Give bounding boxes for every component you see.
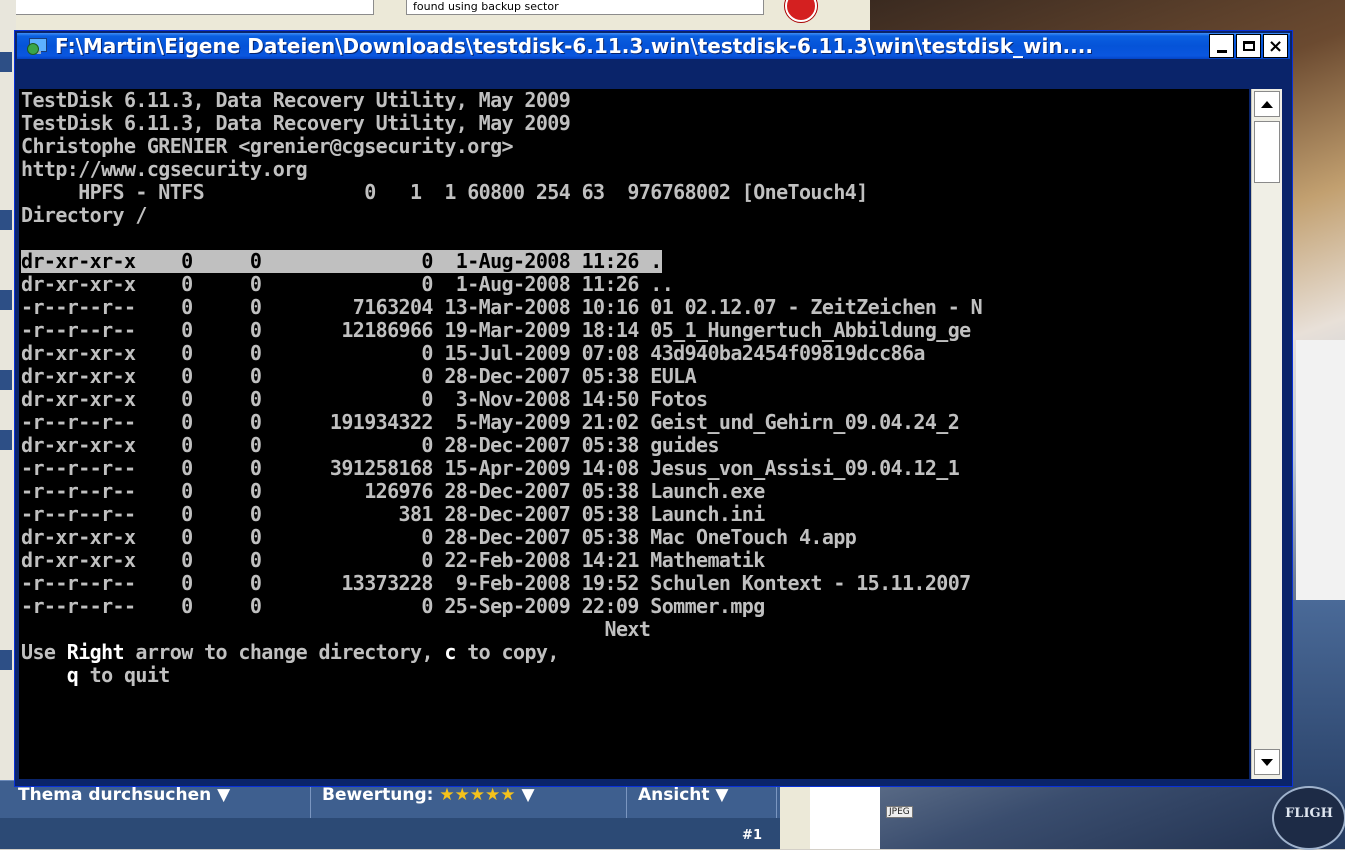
file-row[interactable]: dr-xr-xr-x 0 0 0 1-Aug-2008 11:26 . — [21, 250, 662, 273]
file-row[interactable]: dr-xr-xr-x 0 0 0 28-Dec-2007 05:38 Mac O… — [21, 526, 857, 549]
edge-marker — [0, 430, 12, 450]
header-line: http://www.cgsecurity.org — [21, 157, 308, 181]
post-number[interactable]: #1 — [742, 828, 762, 843]
file-row[interactable]: -r--r--r-- 0 0 0 25-Sep-2009 22:09 Somme… — [21, 595, 765, 618]
console-app-icon[interactable] — [27, 35, 49, 57]
file-row[interactable]: dr-xr-xr-x 0 0 0 28-Dec-2007 05:38 EULA — [21, 365, 697, 388]
header-line: Directory / — [21, 203, 147, 227]
file-row[interactable]: -r--r--r-- 0 0 191934322 5-May-2009 21:0… — [21, 411, 960, 434]
next-page-label[interactable]: Next — [21, 617, 651, 641]
edge-marker — [0, 290, 12, 310]
help-line: Use Right arrow to change directory, c t… — [21, 641, 559, 664]
help-text: to quit — [78, 663, 171, 687]
header-line: TestDisk 6.11.3, Data Recovery Utility, … — [21, 89, 571, 112]
rating-stars-icon: ★★★★★ — [439, 785, 516, 805]
file-row[interactable]: dr-xr-xr-x 0 0 0 28-Dec-2007 05:38 guide… — [21, 434, 720, 457]
scrollbar-thumb[interactable] — [1254, 121, 1280, 183]
scroll-up-icon — [1261, 100, 1273, 108]
edge-marker — [0, 210, 12, 230]
stop-icon[interactable] — [785, 0, 817, 22]
background-photo-panel — [1296, 340, 1345, 610]
background-tab[interactable] — [0, 0, 374, 15]
photo-logo: FLIGH — [1272, 786, 1345, 850]
edge-marker — [0, 370, 12, 390]
background-panel — [810, 782, 880, 849]
file-row[interactable]: dr-xr-xr-x 0 0 0 3-Nov-2008 14:50 Fotos — [21, 388, 708, 411]
scroll-down-button[interactable] — [1254, 749, 1280, 775]
console-output[interactable]: TestDisk 6.11.3, Data Recovery Utility, … — [19, 89, 1249, 779]
file-row[interactable]: -r--r--r-- 0 0 13373228 9-Feb-2008 19:52… — [21, 572, 971, 595]
file-row[interactable]: -r--r--r-- 0 0 126976 28-Dec-2007 05:38 … — [21, 480, 765, 503]
background-tab-backup-sector[interactable]: found using backup sector — [406, 0, 764, 15]
file-row[interactable]: dr-xr-xr-x 0 0 0 1-Aug-2008 11:26 .. — [21, 273, 674, 296]
help-key-q: q — [66, 663, 79, 687]
help-text: arrow to change directory, — [123, 640, 445, 664]
jpeg-badge: JPEG — [886, 806, 913, 818]
help-line: q to quit — [21, 663, 171, 687]
next-label: Next — [604, 617, 651, 641]
help-key-right: Right — [66, 640, 125, 664]
file-row[interactable]: dr-xr-xr-x 0 0 0 15-Jul-2009 07:08 43d94… — [21, 342, 925, 365]
file-row[interactable]: -r--r--r-- 0 0 391258168 15-Apr-2009 14:… — [21, 457, 960, 480]
minimize-icon — [1216, 49, 1227, 53]
next-indent — [21, 617, 605, 641]
maximize-icon — [1242, 41, 1255, 51]
file-row[interactable]: -r--r--r-- 0 0 12186966 19-Mar-2009 18:1… — [21, 319, 971, 342]
close-button[interactable]: × — [1263, 34, 1288, 58]
edge-marker — [0, 650, 12, 670]
help-text: to copy, — [455, 640, 559, 664]
window-title: F:\Martin\Eigene Dateien\Downloads\testd… — [55, 34, 1093, 58]
file-row[interactable]: -r--r--r-- 0 0 381 28-Dec-2007 05:38 Lau… — [21, 503, 765, 526]
file-row[interactable]: dr-xr-xr-x 0 0 0 22-Feb-2008 14:21 Mathe… — [21, 549, 765, 572]
rating-label: Bewertung: — [322, 785, 434, 805]
close-icon: × — [1267, 35, 1284, 57]
help-text: Use — [21, 640, 67, 664]
header-line: HPFS - NTFS 0 1 1 60800 254 63 976768002… — [21, 180, 868, 204]
maximize-button[interactable] — [1236, 34, 1261, 58]
header-line: TestDisk 6.11.3, Data Recovery Utility, … — [21, 111, 571, 135]
scroll-down-icon — [1261, 758, 1273, 766]
forum-post-header: #1 — [0, 818, 780, 849]
gear-shape — [27, 43, 39, 55]
help-key-c: c — [444, 640, 456, 664]
title-bar[interactable]: F:\Martin\Eigene Dateien\Downloads\testd… — [17, 33, 1290, 59]
help-indent — [21, 663, 67, 687]
photo-logo-text: FLIGH — [1285, 806, 1333, 821]
edge-marker — [0, 52, 12, 72]
minimize-button[interactable] — [1209, 34, 1234, 58]
header-line: Christophe GRENIER <grenier@cgsecurity.o… — [21, 134, 514, 158]
scroll-up-button[interactable] — [1254, 91, 1280, 117]
file-row[interactable]: -r--r--r-- 0 0 7163204 13-Mar-2008 10:16… — [21, 296, 983, 319]
background-browser-toolbar: found using backup sector — [0, 0, 870, 31]
rating-arrow: ▼ — [515, 785, 535, 805]
vertical-scrollbar[interactable] — [1251, 89, 1282, 779]
